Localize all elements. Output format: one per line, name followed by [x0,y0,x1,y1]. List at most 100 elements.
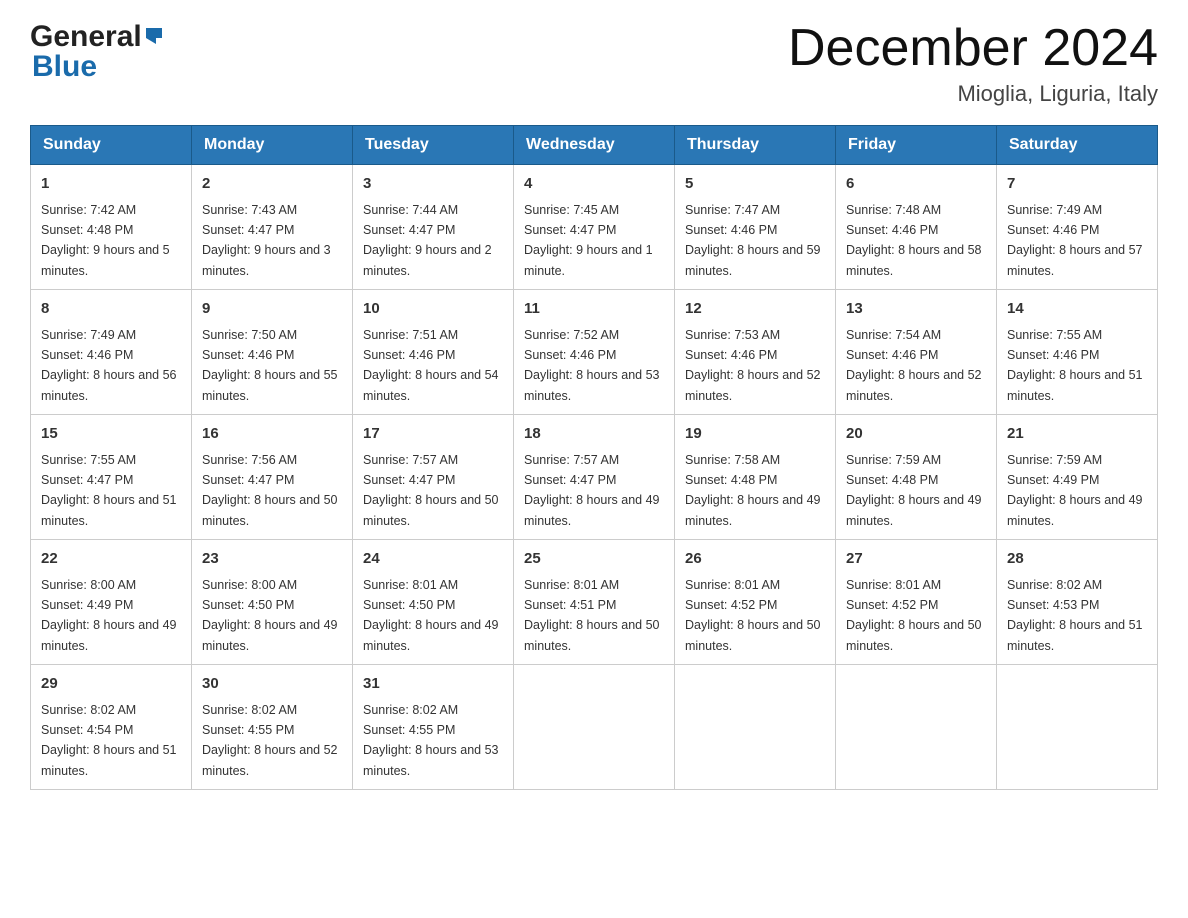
table-row: 18 Sunrise: 7:57 AMSunset: 4:47 PMDaylig… [514,415,675,540]
day-number: 25 [524,548,664,571]
table-row: 24 Sunrise: 8:01 AMSunset: 4:50 PMDaylig… [353,540,514,665]
day-number: 2 [202,173,342,196]
week-row-3: 15 Sunrise: 7:55 AMSunset: 4:47 PMDaylig… [31,415,1158,540]
day-info: Sunrise: 7:49 AMSunset: 4:46 PMDaylight:… [41,328,177,403]
table-row [514,665,675,790]
col-friday: Friday [836,126,997,165]
day-info: Sunrise: 8:02 AMSunset: 4:53 PMDaylight:… [1007,578,1143,653]
day-number: 15 [41,423,181,446]
table-row: 11 Sunrise: 7:52 AMSunset: 4:46 PMDaylig… [514,290,675,415]
week-row-1: 1 Sunrise: 7:42 AMSunset: 4:48 PMDayligh… [31,165,1158,290]
page-header: General Blue December 2024 Mioglia, Ligu… [30,20,1158,107]
day-info: Sunrise: 8:02 AMSunset: 4:55 PMDaylight:… [363,703,499,778]
logo-arrow-icon [144,24,166,51]
table-row: 5 Sunrise: 7:47 AMSunset: 4:46 PMDayligh… [675,165,836,290]
col-sunday: Sunday [31,126,192,165]
day-info: Sunrise: 7:43 AMSunset: 4:47 PMDaylight:… [202,203,331,278]
day-info: Sunrise: 8:01 AMSunset: 4:52 PMDaylight:… [846,578,982,653]
day-number: 11 [524,298,664,321]
day-number: 17 [363,423,503,446]
day-number: 30 [202,673,342,696]
table-row: 17 Sunrise: 7:57 AMSunset: 4:47 PMDaylig… [353,415,514,540]
day-number: 1 [41,173,181,196]
day-number: 5 [685,173,825,196]
week-row-2: 8 Sunrise: 7:49 AMSunset: 4:46 PMDayligh… [31,290,1158,415]
logo-general-text: General [30,20,142,54]
table-row: 9 Sunrise: 7:50 AMSunset: 4:46 PMDayligh… [192,290,353,415]
table-row: 13 Sunrise: 7:54 AMSunset: 4:46 PMDaylig… [836,290,997,415]
table-row: 21 Sunrise: 7:59 AMSunset: 4:49 PMDaylig… [997,415,1158,540]
day-info: Sunrise: 8:02 AMSunset: 4:55 PMDaylight:… [202,703,338,778]
title-block: December 2024 Mioglia, Liguria, Italy [788,20,1158,107]
day-number: 12 [685,298,825,321]
table-row: 25 Sunrise: 8:01 AMSunset: 4:51 PMDaylig… [514,540,675,665]
day-info: Sunrise: 7:47 AMSunset: 4:46 PMDaylight:… [685,203,821,278]
day-info: Sunrise: 7:50 AMSunset: 4:46 PMDaylight:… [202,328,338,403]
day-info: Sunrise: 8:01 AMSunset: 4:50 PMDaylight:… [363,578,499,653]
day-number: 14 [1007,298,1147,321]
day-info: Sunrise: 7:44 AMSunset: 4:47 PMDaylight:… [363,203,492,278]
day-info: Sunrise: 8:01 AMSunset: 4:51 PMDaylight:… [524,578,660,653]
day-number: 13 [846,298,986,321]
table-row: 22 Sunrise: 8:00 AMSunset: 4:49 PMDaylig… [31,540,192,665]
table-row: 16 Sunrise: 7:56 AMSunset: 4:47 PMDaylig… [192,415,353,540]
day-info: Sunrise: 8:01 AMSunset: 4:52 PMDaylight:… [685,578,821,653]
table-row: 2 Sunrise: 7:43 AMSunset: 4:47 PMDayligh… [192,165,353,290]
col-wednesday: Wednesday [514,126,675,165]
day-info: Sunrise: 7:58 AMSunset: 4:48 PMDaylight:… [685,453,821,528]
day-info: Sunrise: 7:55 AMSunset: 4:47 PMDaylight:… [41,453,177,528]
day-info: Sunrise: 7:53 AMSunset: 4:46 PMDaylight:… [685,328,821,403]
day-number: 7 [1007,173,1147,196]
table-row: 3 Sunrise: 7:44 AMSunset: 4:47 PMDayligh… [353,165,514,290]
table-row: 8 Sunrise: 7:49 AMSunset: 4:46 PMDayligh… [31,290,192,415]
day-number: 23 [202,548,342,571]
day-number: 10 [363,298,503,321]
table-row: 20 Sunrise: 7:59 AMSunset: 4:48 PMDaylig… [836,415,997,540]
day-number: 6 [846,173,986,196]
table-row: 14 Sunrise: 7:55 AMSunset: 4:46 PMDaylig… [997,290,1158,415]
day-number: 28 [1007,548,1147,571]
calendar-subtitle: Mioglia, Liguria, Italy [788,81,1158,107]
day-info: Sunrise: 7:48 AMSunset: 4:46 PMDaylight:… [846,203,982,278]
day-info: Sunrise: 7:55 AMSunset: 4:46 PMDaylight:… [1007,328,1143,403]
table-row: 26 Sunrise: 8:01 AMSunset: 4:52 PMDaylig… [675,540,836,665]
day-info: Sunrise: 7:42 AMSunset: 4:48 PMDaylight:… [41,203,170,278]
day-number: 27 [846,548,986,571]
day-info: Sunrise: 7:54 AMSunset: 4:46 PMDaylight:… [846,328,982,403]
calendar-header-row: Sunday Monday Tuesday Wednesday Thursday… [31,126,1158,165]
day-number: 3 [363,173,503,196]
day-number: 26 [685,548,825,571]
day-number: 9 [202,298,342,321]
day-info: Sunrise: 7:57 AMSunset: 4:47 PMDaylight:… [524,453,660,528]
day-number: 29 [41,673,181,696]
table-row: 19 Sunrise: 7:58 AMSunset: 4:48 PMDaylig… [675,415,836,540]
col-tuesday: Tuesday [353,126,514,165]
table-row: 29 Sunrise: 8:02 AMSunset: 4:54 PMDaylig… [31,665,192,790]
day-info: Sunrise: 8:00 AMSunset: 4:50 PMDaylight:… [202,578,338,653]
day-info: Sunrise: 7:59 AMSunset: 4:49 PMDaylight:… [1007,453,1143,528]
week-row-5: 29 Sunrise: 8:02 AMSunset: 4:54 PMDaylig… [31,665,1158,790]
logo: General Blue [30,20,166,84]
table-row: 15 Sunrise: 7:55 AMSunset: 4:47 PMDaylig… [31,415,192,540]
table-row [997,665,1158,790]
table-row: 28 Sunrise: 8:02 AMSunset: 4:53 PMDaylig… [997,540,1158,665]
day-number: 18 [524,423,664,446]
day-info: Sunrise: 7:45 AMSunset: 4:47 PMDaylight:… [524,203,653,278]
table-row: 6 Sunrise: 7:48 AMSunset: 4:46 PMDayligh… [836,165,997,290]
day-info: Sunrise: 7:52 AMSunset: 4:46 PMDaylight:… [524,328,660,403]
day-number: 31 [363,673,503,696]
day-number: 19 [685,423,825,446]
day-info: Sunrise: 7:49 AMSunset: 4:46 PMDaylight:… [1007,203,1143,278]
day-info: Sunrise: 7:56 AMSunset: 4:47 PMDaylight:… [202,453,338,528]
calendar-table: Sunday Monday Tuesday Wednesday Thursday… [30,125,1158,790]
day-number: 21 [1007,423,1147,446]
table-row: 23 Sunrise: 8:00 AMSunset: 4:50 PMDaylig… [192,540,353,665]
day-number: 16 [202,423,342,446]
day-number: 24 [363,548,503,571]
table-row [675,665,836,790]
day-number: 22 [41,548,181,571]
day-info: Sunrise: 8:02 AMSunset: 4:54 PMDaylight:… [41,703,177,778]
day-info: Sunrise: 7:51 AMSunset: 4:46 PMDaylight:… [363,328,499,403]
table-row: 4 Sunrise: 7:45 AMSunset: 4:47 PMDayligh… [514,165,675,290]
table-row: 7 Sunrise: 7:49 AMSunset: 4:46 PMDayligh… [997,165,1158,290]
